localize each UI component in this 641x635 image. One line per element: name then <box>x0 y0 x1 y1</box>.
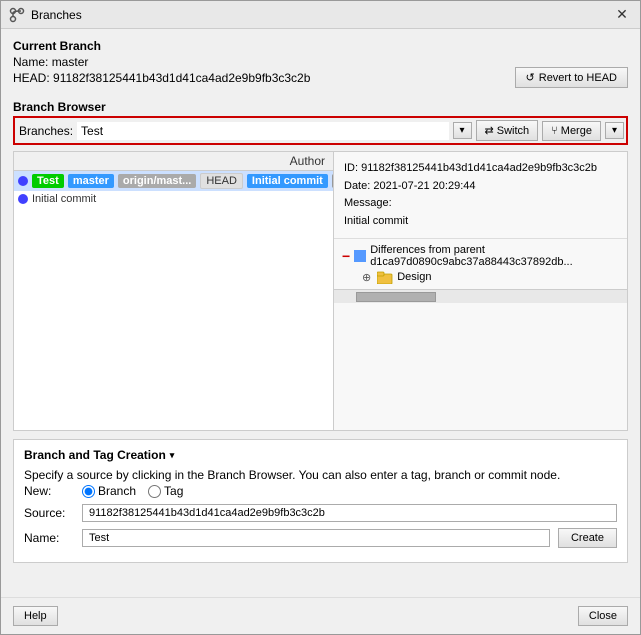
detail-message-value-row: Initial commit <box>344 213 617 231</box>
branches-dropdown-button[interactable]: ▾ <box>453 122 472 139</box>
tag-more: ... <box>332 174 333 188</box>
detail-id-value: 91182f38125441b43d1d41ca4ad2e9b9fb3c3c2b <box>361 162 597 174</box>
branch-browser-label: Branch Browser <box>13 100 628 114</box>
switch-label: Switch <box>497 125 529 137</box>
tag-radio[interactable] <box>148 485 161 498</box>
diff-section: − Differences from parent d1ca97d0890c9a… <box>334 238 627 430</box>
branch-radio[interactable] <box>82 485 95 498</box>
detail-id-label: ID: <box>344 162 358 174</box>
btc-name-row: Name: Create <box>24 528 617 548</box>
commit-detail: ID: 91182f38125441b43d1d41ca4ad2e9b9fb3c… <box>334 152 627 238</box>
table-row[interactable]: Initial commit <box>14 191 333 207</box>
close-title-button[interactable]: ✕ <box>612 5 632 25</box>
author-column-header: Author <box>290 154 325 168</box>
tag-origin: origin/mast... <box>118 174 196 188</box>
branches-field-label: Branches: <box>17 124 73 138</box>
branches-icon <box>9 7 25 23</box>
btc-source-row: Source: <box>24 504 617 522</box>
source-input[interactable] <box>82 504 617 522</box>
detail-message-value: Initial commit <box>344 215 408 227</box>
diff-title: Differences from parent d1ca97d0890c9abc… <box>370 244 619 268</box>
branch-tag-creation-section: Branch and Tag Creation ▾ Specify a sour… <box>13 439 628 563</box>
btc-description: Specify a source by clicking in the Bran… <box>24 468 617 482</box>
tag-initial: Initial commit <box>247 174 328 188</box>
branches-input[interactable] <box>77 122 448 140</box>
diff-minus-icon: − <box>342 249 350 263</box>
btc-label: Branch and Tag Creation <box>24 448 166 462</box>
close-btn-label: Close <box>589 610 617 622</box>
merge-button[interactable]: ⑂ Merge <box>542 121 601 141</box>
merge-dropdown-button[interactable]: ▾ <box>605 122 624 139</box>
close-button[interactable]: Close <box>578 606 628 626</box>
tag-test: Test <box>32 174 64 188</box>
create-button[interactable]: Create <box>558 528 617 548</box>
branches-input-row: Branches: ▾ ⇄ Switch ⑂ Merge ▾ <box>13 116 628 145</box>
commit-message: Initial commit <box>32 193 96 205</box>
branch-dot <box>18 176 28 186</box>
branches-dialog: Branches ✕ Current Branch Name: master H… <box>0 0 641 635</box>
help-btn-label: Help <box>24 610 47 622</box>
browser-split: Author Test master origin/mast... HEAD I… <box>13 151 628 431</box>
revert-icon: ↺ <box>526 71 535 84</box>
create-btn-label: Create <box>571 532 604 544</box>
revert-btn-row: ↺ Revert to HEAD <box>13 67 628 88</box>
merge-icon: ⑂ <box>551 125 558 137</box>
browser-left: Author Test master origin/mast... HEAD I… <box>14 152 334 430</box>
table-row[interactable]: Test master origin/mast... HEAD Initial … <box>14 171 333 191</box>
scrollbar-thumb <box>356 292 436 302</box>
dialog-body: Current Branch Name: master HEAD: 91182f… <box>1 29 640 597</box>
folder-icon <box>377 270 393 284</box>
diff-scrollbar-area: − Differences from parent d1ca97d0890c9a… <box>334 239 627 289</box>
merge-label: Merge <box>561 125 592 137</box>
tag-radio-label[interactable]: Tag <box>148 484 183 498</box>
revert-to-head-button[interactable]: ↺ Revert to HEAD <box>515 67 628 88</box>
detail-id-row: ID: 91182f38125441b43d1d41ca4ad2e9b9fb3c… <box>344 160 617 178</box>
radio-group: Branch Tag <box>82 484 183 498</box>
footer-right: Close <box>578 606 628 626</box>
help-button[interactable]: Help <box>13 606 58 626</box>
btc-source-label: Source: <box>24 506 74 520</box>
branch-radio-text: Branch <box>98 484 136 498</box>
expand-icon[interactable]: ⊕ <box>362 271 371 284</box>
title-bar: Branches ✕ <box>1 1 640 29</box>
btc-chevron: ▾ <box>170 450 175 461</box>
btc-new-row: New: Branch Tag <box>24 484 617 498</box>
diff-design-label: Design <box>397 271 431 283</box>
detail-date-row: Date: 2021-07-21 20:29:44 <box>344 178 617 196</box>
title-text: Branches <box>31 8 82 22</box>
diff-square-icon <box>354 250 366 262</box>
diff-design-row: ⊕ Design <box>342 269 619 285</box>
switch-icon: ⇄ <box>485 124 494 137</box>
branch-radio-label[interactable]: Branch <box>82 484 136 498</box>
detail-date-value: 2021-07-21 20:29:44 <box>373 180 475 192</box>
diff-parent-row: − Differences from parent d1ca97d0890c9a… <box>342 243 619 269</box>
revert-btn-label: Revert to HEAD <box>539 72 617 84</box>
title-bar-left: Branches <box>9 7 82 23</box>
switch-button[interactable]: ⇄ Switch <box>476 120 539 141</box>
tag-radio-text: Tag <box>164 484 183 498</box>
name-input[interactable] <box>82 529 550 547</box>
browser-left-header: Author <box>14 152 333 171</box>
tag-master: master <box>68 174 114 188</box>
current-branch-label: Current Branch <box>13 39 628 53</box>
dialog-footer: Help Close <box>1 597 640 634</box>
branch-dot <box>18 194 28 204</box>
btc-header: Branch and Tag Creation ▾ <box>24 448 617 462</box>
branch-browser-section: Branch Browser Branches: ▾ ⇄ Switch ⑂ Me… <box>13 100 628 431</box>
browser-right: ID: 91182f38125441b43d1d41ca4ad2e9b9fb3c… <box>334 152 627 430</box>
tag-head: HEAD <box>200 173 243 189</box>
btc-name-label: Name: <box>24 531 74 545</box>
horizontal-scrollbar[interactable] <box>334 289 627 303</box>
footer-left: Help <box>13 606 58 626</box>
detail-date-label: Date: <box>344 180 370 192</box>
commit-list[interactable]: Test master origin/mast... HEAD Initial … <box>14 171 333 430</box>
btc-new-label: New: <box>24 484 74 498</box>
detail-message-label: Message: <box>344 197 392 209</box>
detail-message-row: Message: <box>344 195 617 213</box>
